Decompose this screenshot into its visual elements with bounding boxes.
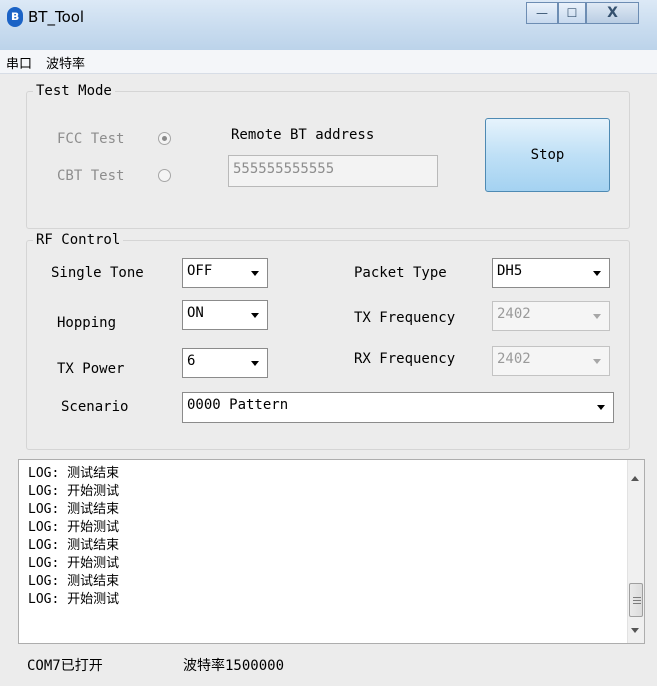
- scroll-up-icon[interactable]: [631, 476, 639, 481]
- tx-power-label: TX Power: [57, 361, 125, 377]
- scrollbar-thumb[interactable]: [629, 583, 643, 617]
- tx-power-select[interactable]: 6: [182, 348, 268, 378]
- fcc-test-label[interactable]: FCC Test: [57, 131, 124, 147]
- rx-frequency-value: 2402: [497, 351, 531, 367]
- chevron-down-icon: [597, 405, 605, 410]
- packet-type-select[interactable]: DH5: [492, 258, 610, 288]
- single-tone-select[interactable]: OFF: [182, 258, 268, 288]
- tx-frequency-label: TX Frequency: [354, 310, 456, 326]
- tx-frequency-value: 2402: [497, 306, 531, 322]
- remote-bt-address-label: Remote BT address: [231, 127, 375, 143]
- close-button[interactable]: X: [586, 2, 639, 24]
- grip-line: [633, 597, 641, 598]
- stop-button[interactable]: Stop: [485, 118, 610, 192]
- hopping-label: Hopping: [57, 315, 117, 331]
- remote-bt-address-field[interactable]: 555555555555: [228, 155, 438, 187]
- scroll-down-icon[interactable]: [631, 628, 639, 633]
- hopping-value: ON: [187, 305, 204, 321]
- chevron-down-icon: [593, 271, 601, 276]
- single-tone-value: OFF: [187, 263, 213, 279]
- rx-frequency-label: RX Frequency: [354, 351, 456, 367]
- chevron-down-icon: [251, 271, 259, 276]
- cbt-test-radio[interactable]: [158, 169, 171, 182]
- log-line: LOG: 开始测试: [28, 484, 120, 499]
- log-line: LOG: 开始测试: [28, 520, 120, 535]
- menu-baud-rate[interactable]: 波特率: [46, 53, 85, 72]
- cbt-test-label[interactable]: CBT Test: [57, 168, 124, 184]
- scenario-select[interactable]: 0000 Pattern: [182, 392, 614, 423]
- menu-bar: [0, 50, 657, 74]
- test-mode-legend: Test Mode: [36, 83, 112, 99]
- log-line: LOG: 测试结束: [28, 538, 120, 553]
- tx-frequency-select[interactable]: 2402: [492, 301, 610, 331]
- bluetooth-icon: ʙ: [7, 7, 23, 27]
- maximize-button[interactable]: ☐: [558, 2, 586, 24]
- log-line: LOG: 测试结束: [28, 466, 120, 481]
- rf-control-legend: RF Control: [36, 232, 121, 248]
- chevron-down-icon: [251, 361, 259, 366]
- fcc-test-radio[interactable]: [158, 132, 171, 145]
- tx-power-value: 6: [187, 353, 196, 369]
- scenario-value: 0000 Pattern: [187, 397, 289, 413]
- minimize-button[interactable]: —: [526, 2, 558, 24]
- stop-button-label: Stop: [530, 147, 565, 163]
- log-line: LOG: 开始测试: [28, 592, 120, 607]
- status-baud: 波特率1500000: [183, 658, 285, 674]
- window-title: BT_Tool: [28, 8, 85, 26]
- hopping-select[interactable]: ON: [182, 300, 268, 330]
- rx-frequency-select[interactable]: 2402: [492, 346, 610, 376]
- log-scrollbar[interactable]: [627, 460, 644, 643]
- packet-type-label: Packet Type: [354, 265, 447, 281]
- grip-line: [633, 603, 641, 604]
- log-textarea[interactable]: LOG: 测试结束 LOG: 开始测试 LOG: 测试结束 LOG: 开始测试 …: [18, 459, 645, 644]
- log-line: LOG: 测试结束: [28, 502, 120, 517]
- log-line: LOG: 测试结束: [28, 574, 120, 589]
- packet-type-value: DH5: [497, 263, 523, 279]
- log-line: LOG: 开始测试: [28, 556, 120, 571]
- scenario-label: Scenario: [61, 399, 129, 415]
- menu-serial-port[interactable]: 串口: [6, 53, 32, 72]
- chevron-down-icon: [593, 359, 601, 364]
- chevron-down-icon: [593, 314, 601, 319]
- chevron-down-icon: [251, 313, 259, 318]
- single-tone-label: Single Tone: [51, 265, 144, 281]
- grip-line: [633, 600, 641, 601]
- status-port: COM7已打开: [27, 658, 103, 674]
